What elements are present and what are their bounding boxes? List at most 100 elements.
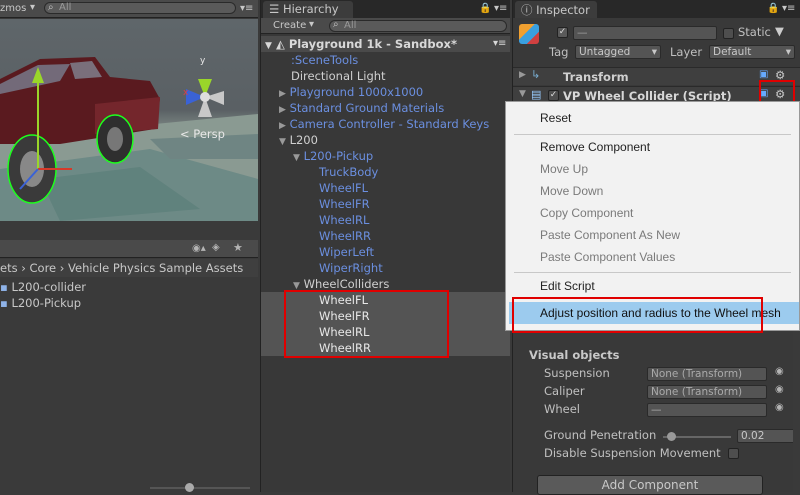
panel-menu-icon[interactable]: ▾≡ — [494, 3, 507, 14]
transform-icon: ↳ — [531, 68, 540, 81]
prefab-icon: ▪ — [0, 296, 8, 310]
project-asset-item[interactable]: ▪ L200-collider — [0, 279, 258, 295]
active-checkbox[interactable]: ✓ — [557, 27, 568, 38]
panel-menu-icon[interactable]: ▾≡ — [240, 3, 253, 14]
tag-dropdown[interactable]: Untagged▾ — [575, 45, 661, 59]
persp-label[interactable]: < Persp — [180, 127, 225, 141]
wheel-field[interactable]: — — [647, 403, 767, 417]
hierarchy-search-input[interactable]: All — [329, 20, 507, 32]
scene-viewport[interactable]: x y < Persp — [0, 19, 258, 221]
expand-arrow-icon[interactable]: ▼ — [279, 137, 286, 147]
project-asset-item[interactable]: ▪ L200-Pickup — [0, 295, 258, 311]
menu-item-move-down[interactable]: Move Down — [540, 184, 603, 198]
favorite-star-icon[interactable]: ★ — [233, 241, 243, 254]
create-dropdown[interactable]: Create — [273, 20, 306, 31]
hierarchy-item-wiperright[interactable]: WiperRight — [261, 260, 510, 276]
label-icon[interactable]: ◈ — [212, 242, 220, 253]
hierarchy-item-ground-materials[interactable]: ▶ Standard Ground Materials — [261, 100, 510, 116]
tag-label: Tag — [549, 45, 568, 59]
gizmos-chevron-icon[interactable]: ▾ — [30, 2, 35, 13]
tab-hierarchy-label: Hierarchy — [283, 2, 339, 16]
hierarchy-item-directional-light[interactable]: Directional Light — [261, 68, 510, 84]
menu-separator — [514, 272, 791, 273]
dropdown-chevron-icon: ▾ — [786, 46, 791, 58]
static-checkbox[interactable] — [723, 28, 734, 39]
hierarchy-item-label: TruckBody — [319, 165, 378, 179]
zoom-slider[interactable] — [150, 487, 250, 489]
lock-icon[interactable]: 🔒 — [767, 3, 779, 14]
panel-menu-icon[interactable]: ▾≡ — [782, 3, 795, 14]
hierarchy-item-wheelrl[interactable]: WheelRL — [261, 212, 510, 228]
menu-item-reset[interactable]: Reset — [540, 111, 571, 125]
hierarchy-item-wiperleft[interactable]: WiperLeft — [261, 244, 510, 260]
help-book-icon[interactable]: ▣ — [759, 69, 768, 80]
scene-title: Playground 1k - Sandbox* — [289, 37, 457, 51]
add-component-button[interactable]: Add Component — [537, 475, 763, 495]
slider-thumb[interactable] — [667, 432, 676, 441]
add-component-label: Add Component — [602, 478, 699, 492]
script-icon: ▤ — [531, 88, 541, 101]
breadcrumb-item[interactable]: Vehicle Physics Sample Assets — [68, 261, 243, 275]
gizmos-dropdown[interactable]: zmos — [0, 3, 26, 14]
breadcrumb-chevron-icon: › — [60, 261, 68, 275]
transform-label: Transform — [563, 70, 629, 84]
transform-header[interactable]: ▶ ↳ Transform ▣ ⚙ — [513, 67, 800, 85]
suspension-label: Suspension — [544, 366, 610, 380]
hierarchy-item-wheelfl[interactable]: WheelFL — [261, 180, 510, 196]
expand-arrow-icon[interactable]: ▶ — [279, 121, 286, 131]
ground-penetration-value: 0.02 — [741, 430, 764, 442]
static-chevron-icon[interactable]: ▼ — [775, 24, 784, 38]
menu-item-copy-component[interactable]: Copy Component — [540, 206, 633, 220]
object-picker-icon[interactable]: ◉ — [775, 366, 784, 377]
unity-scene-icon: ◭ — [276, 37, 285, 51]
object-picker-icon[interactable]: ◉ — [775, 384, 784, 395]
tab-inspector-label: Inspector — [536, 3, 590, 17]
gameobject-name-field[interactable]: — — [573, 26, 717, 40]
hierarchy-item-l200-pickup[interactable]: ▼ L200-Pickup — [261, 148, 510, 164]
ground-penetration-field[interactable]: 0.02 — [737, 429, 795, 443]
hierarchy-item-scenetools[interactable]: :SceneTools — [261, 52, 510, 68]
expand-arrow-icon[interactable]: ▼ — [293, 153, 300, 163]
layer-dropdown[interactable]: Default▾ — [709, 45, 795, 59]
expand-arrow-icon[interactable]: ▼ — [265, 41, 272, 51]
suspension-field[interactable]: None (Transform) — [647, 367, 767, 381]
expand-arrow-icon[interactable]: ▶ — [279, 105, 286, 115]
hierarchy-item-l200[interactable]: ▼ L200 — [261, 132, 510, 148]
foldout-arrow-icon[interactable]: ▼ — [519, 89, 526, 99]
create-chevron-icon[interactable]: ▾ — [309, 19, 314, 30]
lock-icon[interactable]: 🔒 — [479, 3, 491, 14]
hierarchy-item-playground[interactable]: ▶ Playground 1000x1000 — [261, 84, 510, 100]
breadcrumb-item[interactable]: Core — [30, 261, 57, 275]
component-enabled-checkbox[interactable]: ✓ — [548, 90, 559, 101]
hierarchy-item-label: WheelRR — [319, 229, 371, 243]
ground-penetration-slider[interactable] — [663, 436, 731, 438]
menu-item-remove-component[interactable]: Remove Component — [540, 140, 650, 154]
hierarchy-item-wheelfr[interactable]: WheelFR — [261, 196, 510, 212]
scene-search-input[interactable]: All — [44, 2, 236, 14]
scene-root-row[interactable]: ▼ ◭ Playground 1k - Sandbox* ▾≡ — [261, 36, 510, 52]
hierarchy-item-label: L200 — [290, 133, 318, 147]
hierarchy-item-truckbody[interactable]: TruckBody — [261, 164, 510, 180]
tab-inspector[interactable]: ⓘ Inspector — [515, 1, 597, 18]
hierarchy-item-camera-controller[interactable]: ▶ Camera Controller - Standard Keys — [261, 116, 510, 132]
hierarchy-item-wheelrr[interactable]: WheelRR — [261, 228, 510, 244]
asset-label: L200-collider — [11, 280, 86, 294]
breadcrumb-chevron-icon: › — [21, 261, 29, 275]
breadcrumb-item[interactable]: ets — [0, 261, 18, 275]
zoom-slider-thumb[interactable] — [185, 483, 194, 492]
object-picker-icon[interactable]: ◉ — [775, 402, 784, 413]
menu-item-paste-as-new[interactable]: Paste Component As New — [540, 228, 680, 242]
expand-arrow-icon[interactable]: ▶ — [279, 89, 286, 99]
caliper-field[interactable]: None (Transform) — [647, 385, 767, 399]
panel-menu-icon[interactable]: ▾≡ — [493, 36, 506, 52]
disable-suspension-checkbox[interactable] — [728, 448, 739, 459]
prefab-icon: ▪ — [0, 280, 8, 294]
menu-item-edit-script[interactable]: Edit Script — [540, 279, 595, 293]
menu-item-paste-values[interactable]: Paste Component Values — [540, 250, 675, 264]
menu-item-move-up[interactable]: Move Up — [540, 162, 588, 176]
wheel-value: — — [651, 404, 662, 416]
adjust-highlight-box — [512, 297, 763, 333]
filter-icon[interactable]: ◉▴ — [192, 243, 206, 254]
foldout-arrow-icon[interactable]: ▶ — [519, 70, 526, 80]
tab-hierarchy[interactable]: ☰ Hierarchy — [263, 1, 353, 18]
